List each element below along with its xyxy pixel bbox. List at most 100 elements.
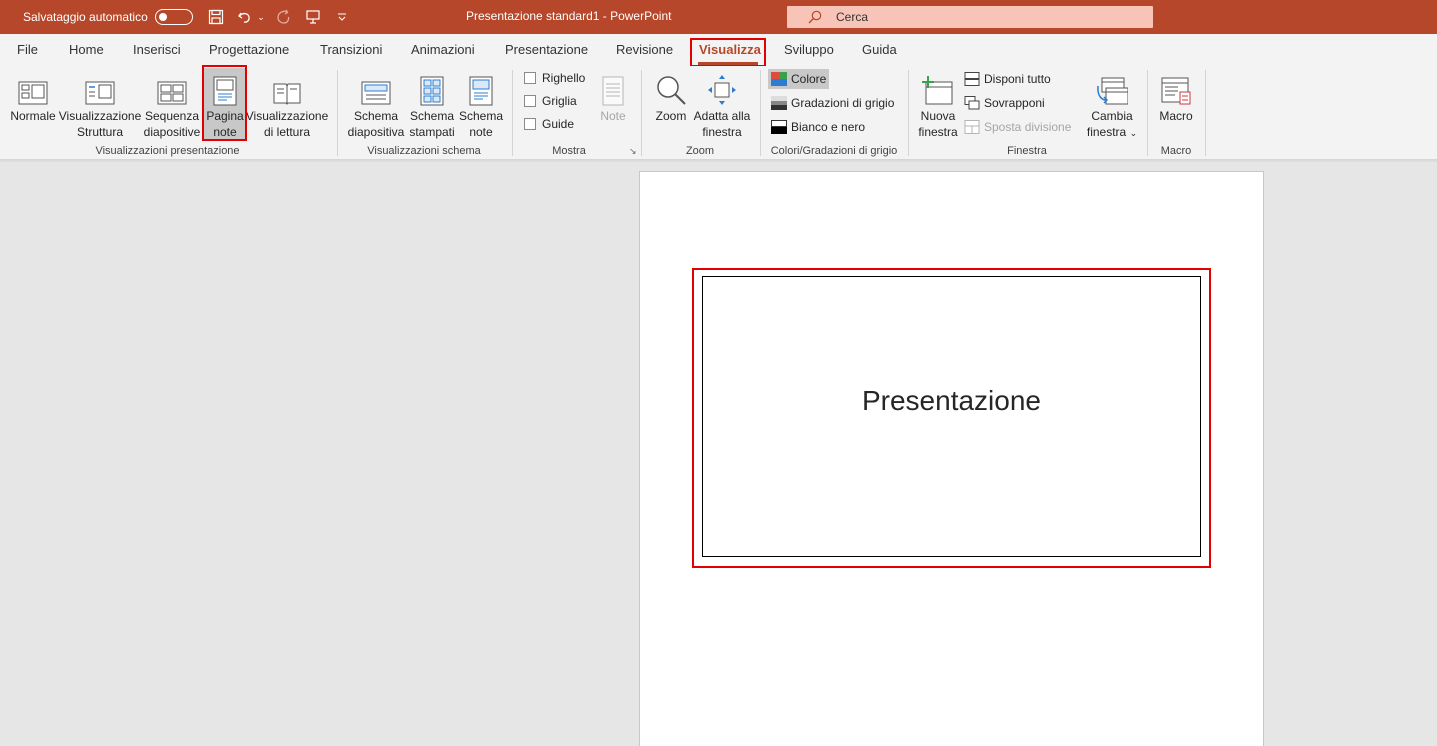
sequenza-label-line1: Sequenza — [144, 109, 200, 123]
schema-note-label-line2: note — [469, 125, 493, 139]
checkbox-box — [524, 118, 536, 130]
gradazioni-label: Gradazioni di grigio — [791, 96, 895, 110]
colore-button[interactable]: Colore — [768, 69, 830, 89]
sovrapponi-button[interactable]: Sovrapponi — [961, 93, 1048, 113]
slide-sorter-icon — [157, 70, 187, 106]
macro-button[interactable]: Macro — [1154, 70, 1198, 124]
cambia-finestra-button[interactable]: Cambia finestra ⌄ — [1083, 70, 1141, 141]
sequenza-label-line2: diapositive — [143, 125, 201, 139]
highlight-tab-visualizza — [690, 38, 766, 67]
griglia-label: Griglia — [542, 94, 577, 108]
normale-button[interactable]: Normale — [8, 70, 58, 124]
schema-stampati-label-line2: stampati — [409, 125, 455, 139]
macro-label: Macro — [1159, 109, 1193, 123]
zoom-button[interactable]: Zoom — [652, 70, 690, 124]
struttura-label-line1: Visualizzazione — [58, 109, 142, 123]
guide-checkbox[interactable]: Guide — [524, 117, 574, 131]
sovrapponi-label: Sovrapponi — [984, 96, 1045, 110]
tab-guida[interactable]: Guida — [862, 42, 897, 57]
group-label-presentation-views: Visualizzazioni presentazione — [95, 145, 240, 157]
group-separator — [908, 70, 909, 156]
fit-label-line1: Adatta alla — [693, 109, 751, 123]
search-box[interactable]: Cerca — [787, 6, 1153, 28]
adatta-alla-finestra-button[interactable]: Adatta alla finestra — [692, 70, 752, 140]
tab-presentazione[interactable]: Presentazione — [505, 42, 588, 57]
note-button[interactable]: Note — [595, 70, 631, 124]
nuova-label-line2: finestra — [918, 125, 958, 139]
macro-icon — [1160, 70, 1192, 106]
fit-label-line2: finestra — [702, 125, 742, 139]
group-separator — [760, 70, 761, 156]
group-label-macro: Macro — [1160, 145, 1192, 157]
schema-diapositiva-label-line2: diapositiva — [347, 125, 405, 139]
visualizzazione-struttura-button[interactable]: Visualizzazione Struttura — [58, 70, 142, 140]
cambia-label-line2-wrap: finestra ⌄ — [1087, 124, 1137, 141]
lettura-label-line1: Visualizzazione — [245, 109, 329, 123]
search-icon — [807, 9, 823, 28]
tab-transizioni[interactable]: Transizioni — [320, 42, 382, 57]
chevron-down-icon: ⌄ — [1129, 128, 1138, 138]
new-window-icon — [922, 70, 954, 106]
tab-animazioni[interactable]: Animazioni — [411, 42, 475, 57]
handout-master-icon — [420, 70, 444, 106]
note-label: Note — [600, 109, 626, 123]
bianco-e-nero-label: Bianco e nero — [791, 120, 866, 134]
outline-view-icon — [85, 70, 115, 106]
autosave-label: Salvataggio automatico — [23, 10, 148, 24]
sposta-divisione-button[interactable]: Sposta divisione — [961, 117, 1074, 137]
tab-home[interactable]: Home — [69, 42, 104, 57]
search-placeholder: Cerca — [836, 10, 869, 24]
tab-inserisci[interactable]: Inserisci — [133, 42, 181, 57]
group-separator — [1147, 70, 1148, 156]
autosave-toggle[interactable] — [155, 9, 193, 25]
bianco-e-nero-button[interactable]: Bianco e nero — [768, 117, 868, 137]
group-label-show: Mostra — [552, 145, 586, 157]
sposta-label: Sposta divisione — [984, 120, 1072, 134]
tab-revisione[interactable]: Revisione — [616, 42, 673, 57]
notes-master-icon — [469, 70, 493, 106]
nuova-finestra-button[interactable]: Nuova finestra — [916, 70, 960, 140]
schema-diapositiva-button[interactable]: Schema diapositiva — [345, 70, 407, 140]
griglia-checkbox[interactable]: Griglia — [524, 94, 577, 108]
checkbox-box — [524, 72, 536, 84]
lettura-label-line2: di lettura — [263, 125, 311, 139]
reading-view-icon — [272, 70, 302, 106]
righello-label: Righello — [542, 71, 586, 85]
present-from-start-icon[interactable] — [304, 8, 322, 26]
undo-dropdown-icon[interactable]: ⌄ — [256, 8, 266, 26]
visualizzazione-lettura-button[interactable]: Visualizzazione di lettura — [245, 70, 329, 140]
tab-file[interactable]: File — [17, 42, 38, 57]
sequenza-diapositive-button[interactable]: Sequenza diapositive — [143, 70, 201, 140]
redo-icon[interactable] — [274, 8, 292, 26]
black-white-swatch-icon — [771, 120, 787, 134]
group-separator — [641, 70, 642, 156]
show-dialog-launcher-icon[interactable]: ↘ — [629, 146, 637, 157]
fit-to-window-icon — [707, 70, 737, 106]
title-bar: Salvataggio automatico ⌄ Presentazione s… — [0, 0, 1437, 34]
righello-checkbox[interactable]: Righello — [524, 71, 585, 85]
colore-label: Colore — [791, 72, 827, 86]
schema-stampati-button[interactable]: Schema stampati — [407, 70, 457, 140]
schema-note-label-line1: Schema — [458, 109, 504, 123]
zoom-magnifier-icon — [655, 70, 687, 106]
notes-icon — [602, 70, 624, 106]
toggle-knob — [159, 13, 167, 21]
customize-toolbar-icon[interactable] — [336, 8, 348, 26]
group-label-window: Finestra — [1007, 145, 1047, 157]
save-icon[interactable] — [207, 8, 225, 26]
tab-sviluppo[interactable]: Sviluppo — [784, 42, 834, 57]
gradazioni-di-grigio-button[interactable]: Gradazioni di grigio — [768, 93, 897, 113]
normale-label: Normale — [10, 109, 56, 123]
ribbon-shadow — [0, 160, 1437, 163]
schema-note-button[interactable]: Schema note — [457, 70, 505, 140]
disponi-tutto-button[interactable]: Disponi tutto — [961, 69, 1054, 89]
schema-stampati-label-line1: Schema — [409, 109, 455, 123]
struttura-label-line2: Struttura — [76, 125, 124, 139]
checkbox-box — [524, 95, 536, 107]
undo-icon[interactable] — [236, 8, 254, 26]
group-label-zoom: Zoom — [685, 145, 715, 157]
highlight-pagina-note — [202, 65, 247, 141]
tab-progettazione[interactable]: Progettazione — [209, 42, 289, 57]
cambia-label-line1: Cambia — [1091, 109, 1133, 123]
slide-master-icon — [361, 70, 391, 106]
